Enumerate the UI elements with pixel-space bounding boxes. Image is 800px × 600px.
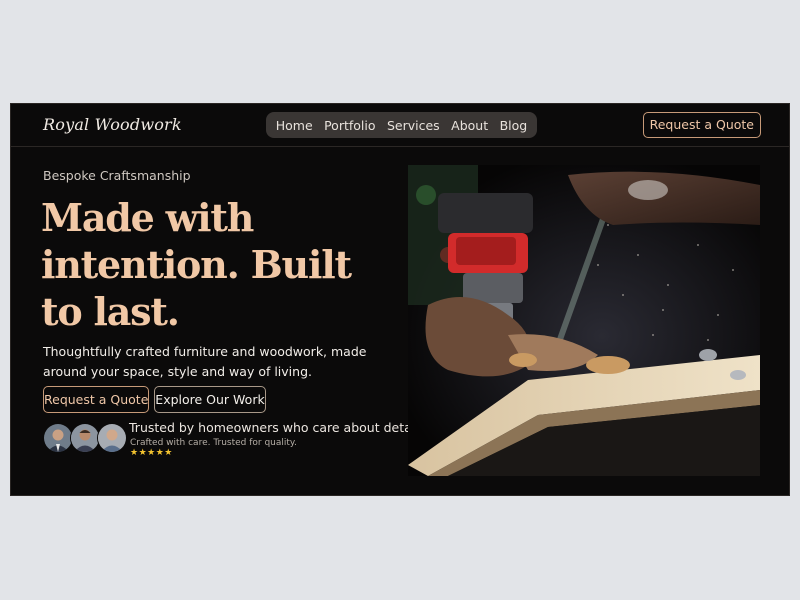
hero-headline: Made with intention. Built to last. [41,195,352,334]
website-frame: Royal Woodwork Home Portfolio Services A… [10,103,790,496]
router-woodworking-photo [408,165,760,476]
hero-request-quote-button[interactable]: Request a Quote [43,386,149,413]
top-navigation: Royal Woodwork Home Portfolio Services A… [11,104,789,147]
avatar [97,423,127,453]
avatar [43,423,73,453]
nav-item-blog[interactable]: Blog [500,118,528,133]
nav-item-portfolio[interactable]: Portfolio [324,118,375,133]
nav-item-home[interactable]: Home [276,118,313,133]
trust-subtitle: Crafted with care. Trusted for quality. [130,438,297,448]
brand-logo[interactable]: Royal Woodwork [43,115,182,134]
trust-title: Trusted by homeowners who care about det… [129,420,419,435]
nav-request-quote-button[interactable]: Request a Quote [642,112,761,138]
trust-section: Trusted by homeowners who care about det… [43,420,419,460]
hero-image [408,165,760,476]
nav-menu: Home Portfolio Services About Blog [266,112,537,138]
customer-avatars [43,423,127,453]
hero-eyebrow: Bespoke Craftsmanship [43,168,191,183]
avatar [70,423,100,453]
explore-work-button[interactable]: Explore Our Work [154,386,266,413]
star-rating: ★★★★★ [130,448,173,458]
nav-item-services[interactable]: Services [387,118,440,133]
hero-subtext: Thoughtfully crafted furniture and woodw… [43,344,367,379]
nav-item-about[interactable]: About [451,118,488,133]
